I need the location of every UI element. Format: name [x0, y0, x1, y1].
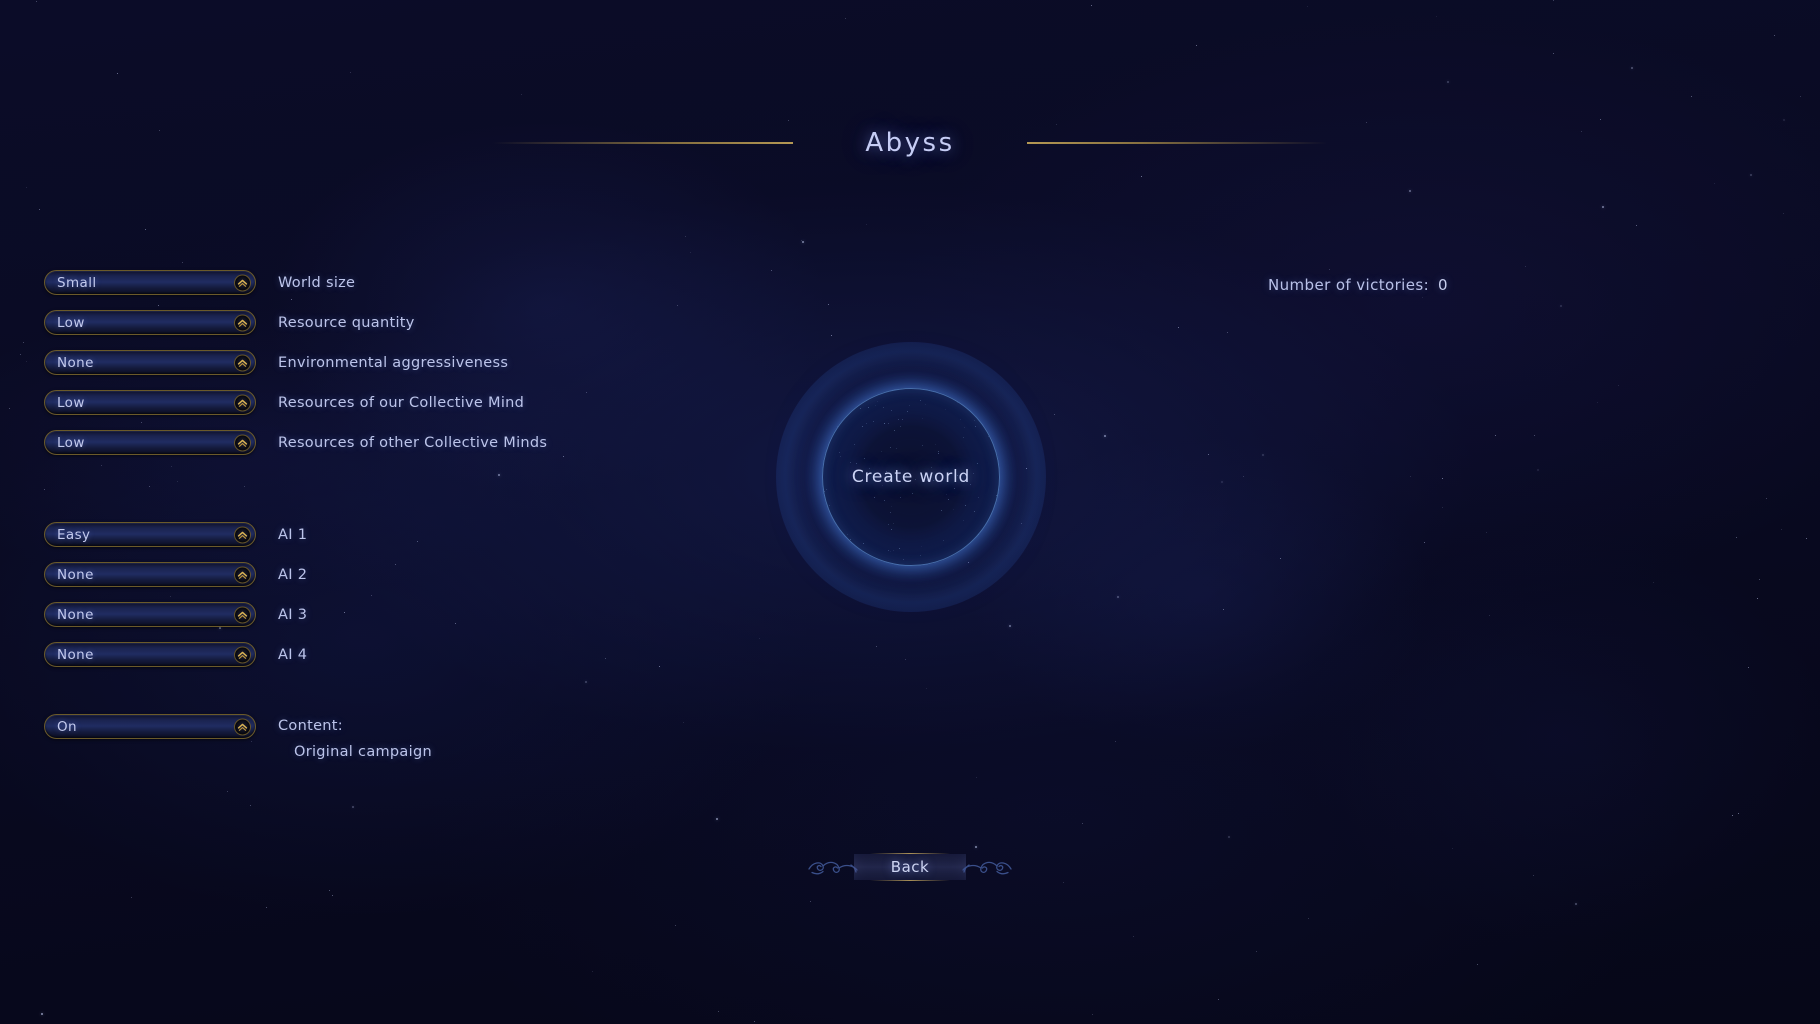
dropdown-resource-quantity-value: Low [57, 314, 85, 331]
dropdown-content-original-campaign[interactable]: On [44, 714, 256, 739]
content-heading: Content: [278, 718, 343, 734]
back-button[interactable]: Back [805, 853, 1015, 881]
chevron-up-icon[interactable] [234, 526, 251, 543]
dropdown-environmental-aggressiveness-value: None [57, 354, 94, 371]
create-world-button[interactable]: Create world [776, 342, 1046, 612]
dropdown-resources-our-collective-mind-value: Low [57, 394, 85, 411]
setting-label-ai-3: AI 3 [278, 606, 308, 623]
dropdown-world-size[interactable]: Small [44, 270, 256, 295]
setting-label-resource-quantity: Resource quantity [278, 314, 415, 331]
setting-label-ai-2: AI 2 [278, 566, 308, 583]
content-entry-original-campaign: Original campaign [294, 744, 432, 760]
title-rule-left [493, 142, 794, 144]
chevron-up-icon[interactable] [234, 434, 251, 451]
title-rule-right [1026, 142, 1327, 144]
dropdown-resources-other-collective-minds-value: Low [57, 434, 85, 451]
dropdown-ai-3-value: None [57, 606, 94, 623]
chevron-up-icon[interactable] [234, 274, 251, 291]
setting-row-resources-our-collective-mind: Low Resources of our Collective Mind [44, 390, 547, 415]
setting-row-world-size: Small World size [44, 270, 547, 295]
setting-label-world-size: World size [278, 274, 356, 291]
chevron-up-icon[interactable] [234, 566, 251, 583]
chevron-up-icon[interactable] [234, 646, 251, 663]
chevron-up-icon[interactable] [234, 394, 251, 411]
globe-sphere [822, 388, 1000, 566]
setting-label-ai-4: AI 4 [278, 646, 308, 663]
setting-row-content: On [44, 714, 256, 739]
game-screen: Abyss Small World size Low Resource quan… [0, 0, 1820, 1024]
dropdown-resources-other-collective-minds[interactable]: Low [44, 430, 256, 455]
chevron-up-icon[interactable] [234, 606, 251, 623]
dropdown-resources-our-collective-mind[interactable]: Low [44, 390, 256, 415]
setting-label-resources-our-collective-mind: Resources of our Collective Mind [278, 394, 525, 411]
setting-row-ai-1: Easy AI 1 [44, 522, 307, 547]
setting-row-ai-2: None AI 2 [44, 562, 307, 587]
chevron-up-icon[interactable] [234, 718, 251, 735]
back-button-label: Back [890, 858, 930, 876]
dropdown-ai-4-value: None [57, 646, 94, 663]
title-bar: Abyss [0, 128, 1820, 158]
dropdown-environmental-aggressiveness[interactable]: None [44, 350, 256, 375]
dropdown-content-value: On [57, 718, 77, 735]
dropdown-ai-2[interactable]: None [44, 562, 256, 587]
setting-label-resources-other-collective-minds: Resources of other Collective Minds [278, 434, 548, 451]
world-settings-group: Small World size Low Resource quantity N… [44, 270, 547, 455]
victories-counter: Number of victories: 0 [1268, 276, 1448, 294]
flourish-ornament-right [962, 861, 1012, 875]
setting-row-environmental-aggressiveness: None Environmental aggressiveness [44, 350, 547, 375]
setting-row-resource-quantity: Low Resource quantity [44, 310, 547, 335]
dropdown-world-size-value: Small [57, 274, 97, 291]
dropdown-ai-4[interactable]: None [44, 642, 256, 667]
chevron-up-icon[interactable] [234, 314, 251, 331]
setting-row-ai-4: None AI 4 [44, 642, 307, 667]
dropdown-ai-3[interactable]: None [44, 602, 256, 627]
setting-label-environmental-aggressiveness: Environmental aggressiveness [278, 354, 509, 371]
page-title: Abyss [865, 128, 955, 158]
dropdown-ai-1-value: Easy [57, 526, 91, 543]
victories-label: Number of victories: [1268, 276, 1430, 294]
setting-row-ai-3: None AI 3 [44, 602, 307, 627]
victories-count: 0 [1438, 276, 1448, 294]
setting-row-resources-other-collective-minds: Low Resources of other Collective Minds [44, 430, 547, 455]
chevron-up-icon[interactable] [234, 354, 251, 371]
dropdown-ai-2-value: None [57, 566, 94, 583]
setting-label-ai-1: AI 1 [278, 526, 308, 543]
dropdown-ai-1[interactable]: Easy [44, 522, 256, 547]
ai-settings-group: Easy AI 1 None AI 2 None AI 3 None AI 4 [44, 522, 307, 667]
dropdown-resource-quantity[interactable]: Low [44, 310, 256, 335]
content-settings-group: On [44, 714, 256, 739]
